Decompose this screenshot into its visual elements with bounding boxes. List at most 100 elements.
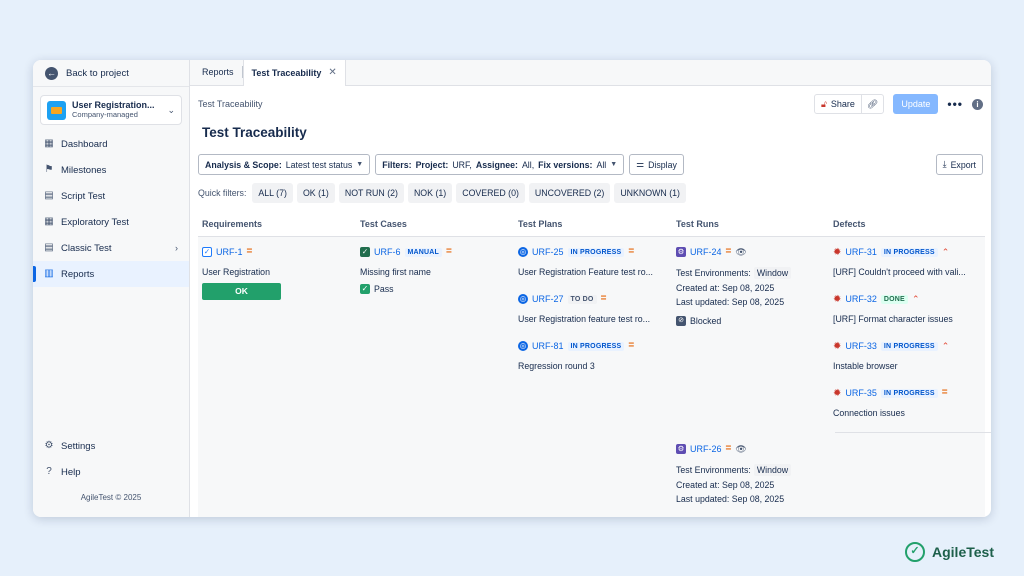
classic-test-icon: ▤: [44, 242, 54, 253]
flag-icon: ⚑: [44, 164, 54, 175]
scope-value: Latest test status: [285, 159, 353, 170]
sidebar-item-label: Script Test: [61, 190, 106, 202]
chevron-down-icon: ⌄: [167, 104, 175, 115]
chevron-right-icon: ›: [175, 243, 178, 253]
export-button[interactable]: ⤓ Export: [935, 154, 983, 175]
filters-dropdown[interactable]: Filters: Project: URF, Assignee: All, Fi…: [375, 154, 625, 175]
assignee-filter-value: All,: [521, 159, 535, 170]
info-icon[interactable]: i: [972, 98, 983, 110]
issue-key-link[interactable]: URF-27: [532, 294, 564, 304]
test-run-item: ⚙ URF-26 = 👁︎ Test Environments: Window …: [676, 443, 826, 504]
bug-icon: ✹: [833, 387, 842, 399]
project-selector[interactable]: User Registration... Company-managed ⌄: [40, 95, 182, 125]
sidebar-item-script-test[interactable]: ▤ Script Test: [33, 183, 189, 209]
header-actions: 🔓︎ Share 🔗︎ Update ••• i: [814, 94, 983, 114]
status-badge: TO DO: [567, 294, 597, 304]
close-icon[interactable]: ✕: [328, 67, 336, 78]
issue-key-link[interactable]: URF-81: [532, 341, 564, 351]
display-label: Display: [648, 159, 677, 170]
quick-filter-uncovered[interactable]: UNCOVERED (2): [528, 183, 611, 203]
chevron-down-icon: ▼: [356, 161, 364, 168]
last-updated: Last updated: Sep 08, 2025: [676, 494, 785, 504]
eye-icon[interactable]: 👁︎: [735, 444, 746, 455]
tab-label: Reports: [202, 67, 234, 77]
issue-key-link[interactable]: URF-31: [845, 247, 877, 257]
issue-key-link[interactable]: URF-32: [845, 294, 877, 304]
issue-key-link[interactable]: URF-24: [690, 247, 722, 257]
defect-summary: [URF] Format character issues: [833, 314, 953, 324]
created-at: Created at: Sep 08, 2025: [676, 480, 775, 490]
sidebar-item-label: Milestones: [61, 164, 107, 176]
sidebar-item-settings[interactable]: ⚙ Settings: [33, 433, 189, 459]
defect-item: ✹ URF-35 IN PROGRESS = Connection issues: [833, 387, 983, 419]
bug-icon: ✹: [833, 246, 842, 258]
issue-key-link[interactable]: URF-33: [845, 341, 877, 351]
share-label: Share: [830, 99, 855, 109]
status-badge: IN PROGRESS: [880, 247, 938, 257]
quick-filters-label: Quick filters:: [198, 188, 247, 198]
test-plan-summary: User Registration feature test ro...: [518, 314, 651, 324]
brand-name: AgileTest: [932, 544, 994, 560]
sidebar: ← Back to project User Registration... C…: [33, 60, 190, 517]
environment-value: Window: [753, 267, 792, 279]
sidebar-item-classic-test[interactable]: ▤ Classic Test ›: [33, 235, 189, 261]
priority-medium-icon: =: [725, 246, 732, 257]
defect-summary: Instable browser: [833, 361, 898, 371]
sliders-icon: ⚌: [636, 159, 645, 169]
sidebar-item-reports[interactable]: ▥ Reports: [33, 261, 189, 287]
status-badge: IN PROGRESS: [880, 341, 938, 351]
export-label: Export: [950, 159, 976, 170]
reports-icon: ▥: [44, 268, 54, 279]
issue-key-link[interactable]: URF-26: [690, 444, 722, 454]
app-window: ← Back to project User Registration... C…: [33, 60, 991, 517]
download-icon: ⤓: [942, 159, 947, 169]
issue-key-link[interactable]: URF-25: [532, 247, 564, 257]
test-run-icon: ⚙: [676, 247, 686, 257]
test-case-icon: ✓: [360, 247, 370, 257]
update-button[interactable]: Update: [893, 94, 939, 114]
quick-filter-nok[interactable]: NOK (1): [407, 183, 453, 203]
test-type-badge: MANUAL: [404, 247, 443, 257]
checkbox-story-icon: ✓: [202, 247, 212, 257]
test-result: ✓ Pass: [360, 284, 510, 294]
tab-test-traceability[interactable]: Test Traceability ✕: [242, 60, 346, 86]
link-icon: 🔗︎: [866, 98, 879, 109]
exploratory-test-icon: ▦: [44, 216, 54, 227]
environment-label: Test Environments:: [676, 465, 751, 475]
analysis-scope-dropdown[interactable]: Analysis & Scope: Latest test status ▼: [198, 154, 371, 175]
test-plan-summary: Regression round 3: [518, 361, 595, 371]
defect-item: ✹ URF-31 IN PROGRESS ⌃ [URF] Couldn't pr…: [833, 246, 983, 278]
display-button[interactable]: ⚌ Display: [629, 154, 684, 175]
quick-filters: Quick filters: ALL (7) OK (1) NOT RUN (2…: [198, 183, 686, 203]
sidebar-item-help[interactable]: ? Help: [33, 459, 189, 485]
environment-value: Window: [753, 464, 792, 476]
share-button[interactable]: 🔓︎ Share: [815, 95, 862, 113]
tab-reports[interactable]: Reports: [194, 60, 242, 85]
project-logo: [47, 100, 66, 120]
sidebar-item-label: Reports: [61, 268, 95, 280]
result-label: Pass: [374, 284, 394, 294]
back-to-project-link[interactable]: ← Back to project: [33, 61, 189, 87]
tab-bar: Reports Test Traceability ✕: [190, 60, 991, 86]
status-badge: IN PROGRESS: [880, 388, 938, 398]
test-plan-item: ◎ URF-25 IN PROGRESS = User Registration…: [518, 246, 668, 277]
eye-icon[interactable]: 👁︎: [735, 247, 746, 258]
quick-filter-all[interactable]: ALL (7): [252, 183, 293, 203]
sidebar-item-dashboard[interactable]: ▦ Dashboard: [33, 131, 189, 157]
issue-key-link[interactable]: URF-6: [374, 247, 401, 257]
quick-filter-covered[interactable]: COVERED (0): [456, 183, 525, 203]
quick-filter-unknown[interactable]: UNKNOWN (1): [614, 183, 686, 203]
quick-filter-not-run[interactable]: NOT RUN (2): [338, 183, 404, 203]
issue-key-link[interactable]: URF-1: [216, 247, 243, 257]
sidebar-item-exploratory-test[interactable]: ▦ Exploratory Test: [33, 209, 189, 235]
copyright: AgileTest © 2025: [80, 493, 142, 502]
more-icon[interactable]: •••: [943, 97, 967, 111]
sidebar-item-milestones[interactable]: ⚑ Milestones: [33, 157, 189, 183]
copy-link-button[interactable]: 🔗︎: [862, 99, 883, 110]
check-icon: ✓: [360, 284, 370, 294]
environment-label: Test Environments:: [676, 268, 751, 278]
test-plan-item: ◎ URF-81 IN PROGRESS = Regression round …: [518, 340, 668, 371]
quick-filter-ok[interactable]: OK (1): [296, 183, 335, 203]
sidebar-item-label: Settings: [61, 440, 96, 452]
issue-key-link[interactable]: URF-35: [845, 388, 877, 398]
